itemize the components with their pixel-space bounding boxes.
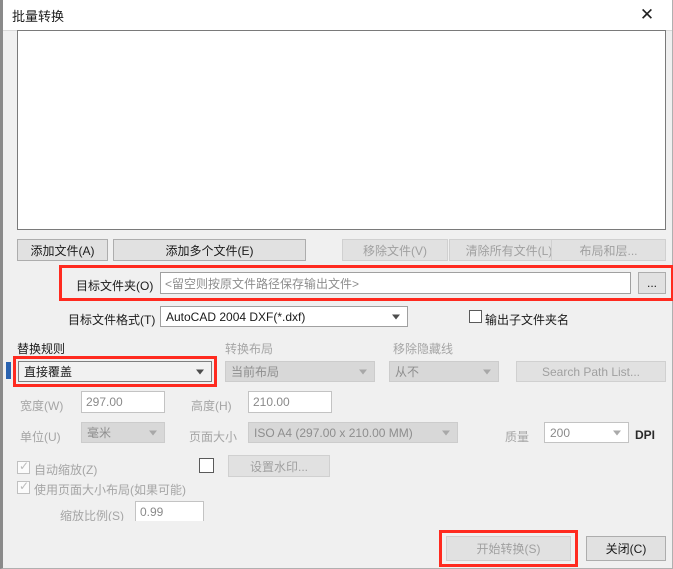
check-icon: ✓ bbox=[19, 479, 30, 493]
target-folder-browse-label: ... bbox=[646, 276, 657, 290]
quality-combo[interactable]: 200 bbox=[544, 422, 629, 443]
left-accent-marker bbox=[6, 362, 11, 379]
auto-scale-label: 自动缩放(Z) bbox=[34, 463, 98, 477]
start-convert-label: 开始转换(S) bbox=[476, 542, 541, 556]
check-icon: ✓ bbox=[19, 459, 30, 473]
close-dialog-label: 关闭(C) bbox=[605, 542, 647, 556]
page-size-combo[interactable]: ISO A4 (297.00 x 210.00 MM) bbox=[248, 422, 458, 443]
unit-value: 毫米 bbox=[87, 426, 112, 440]
remove-hidden-lines-combo[interactable]: 从不 bbox=[389, 361, 499, 382]
width-label: 宽度(W) bbox=[20, 399, 64, 413]
page-size-value: ISO A4 (297.00 x 210.00 MM) bbox=[254, 425, 413, 440]
target-format-combo[interactable]: AutoCAD 2004 DXF(*.dxf) bbox=[160, 306, 408, 327]
target-folder-browse-button[interactable]: ... bbox=[638, 272, 666, 294]
chevron-down-icon bbox=[483, 369, 491, 374]
convert-layout-value: 当前布局 bbox=[231, 365, 280, 379]
add-file-button-label: 添加文件(A) bbox=[30, 243, 95, 258]
page-size-label: 页面大小 bbox=[189, 430, 238, 444]
window-title: 批量转换 bbox=[12, 9, 65, 24]
batch-convert-dialog: 批量转换 ✕ 添加文件(A) 添加多个文件(E) 移除文件(V) 清除所有文件(… bbox=[0, 0, 673, 569]
file-list[interactable] bbox=[17, 30, 666, 230]
close-dialog-button[interactable]: 关闭(C) bbox=[586, 536, 666, 561]
width-input[interactable]: 297.00 bbox=[81, 391, 165, 413]
quality-unit-label: DPI bbox=[635, 428, 656, 442]
chevron-down-icon bbox=[359, 369, 367, 374]
search-path-list-label: Search Path List... bbox=[541, 364, 641, 379]
remove-hidden-lines-label: 移除隐藏线 bbox=[393, 342, 454, 356]
output-subfolder-label: 输出子文件夹名 bbox=[485, 313, 570, 327]
close-icon[interactable]: ✕ bbox=[626, 0, 668, 29]
replace-rule-combo[interactable]: 直接覆盖 bbox=[18, 361, 212, 382]
add-file-button[interactable]: 添加文件(A) bbox=[17, 239, 108, 261]
target-format-label: 目标文件格式(T) bbox=[68, 313, 156, 327]
unit-label: 单位(U) bbox=[20, 430, 61, 444]
chevron-down-icon bbox=[442, 430, 450, 435]
remove-hidden-lines-value: 从不 bbox=[395, 365, 420, 379]
quality-label: 质量 bbox=[505, 430, 530, 444]
layouts-and-layers-button-label: 布局和层... bbox=[579, 243, 638, 258]
quality-value: 200 bbox=[550, 425, 571, 440]
target-folder-input[interactable]: <留空则按原文件路径保存输出文件> bbox=[160, 272, 631, 294]
clear-all-files-button-label: 清除所有文件(L) bbox=[465, 243, 553, 258]
watermark-checkbox[interactable] bbox=[199, 458, 214, 473]
add-multiple-files-button-label: 添加多个文件(E) bbox=[165, 243, 254, 258]
convert-layout-label: 转换布局 bbox=[225, 342, 274, 356]
use-page-layout-checkbox[interactable]: ✓ bbox=[17, 479, 30, 494]
layouts-and-layers-button[interactable]: 布局和层... bbox=[551, 239, 666, 261]
height-label: 高度(H) bbox=[191, 399, 232, 413]
chevron-down-icon bbox=[196, 369, 204, 374]
set-watermark-button[interactable]: 设置水印... bbox=[228, 455, 330, 477]
remove-file-button[interactable]: 移除文件(V) bbox=[342, 239, 448, 261]
target-folder-label: 目标文件夹(O) bbox=[76, 279, 154, 293]
chevron-down-icon bbox=[392, 314, 400, 319]
start-convert-button[interactable]: 开始转换(S) bbox=[446, 536, 571, 561]
remove-file-button-label: 移除文件(V) bbox=[363, 243, 427, 258]
replace-rule-label: 替换规则 bbox=[17, 342, 66, 356]
add-multiple-files-button[interactable]: 添加多个文件(E) bbox=[113, 239, 306, 261]
footer-bar bbox=[3, 521, 672, 568]
auto-scale-checkbox[interactable]: ✓ bbox=[17, 459, 30, 474]
unit-combo[interactable]: 毫米 bbox=[81, 422, 165, 443]
chevron-down-icon bbox=[149, 430, 157, 435]
replace-rule-value: 直接覆盖 bbox=[24, 365, 73, 379]
set-watermark-label: 设置水印... bbox=[249, 459, 308, 474]
convert-layout-combo[interactable]: 当前布局 bbox=[225, 361, 375, 382]
scale-ratio-input[interactable]: 0.99 bbox=[135, 501, 204, 523]
search-path-list-button[interactable]: Search Path List... bbox=[516, 361, 666, 382]
output-subfolder-checkbox[interactable] bbox=[469, 310, 482, 323]
height-input[interactable]: 210.00 bbox=[248, 391, 332, 413]
target-format-value: AutoCAD 2004 DXF(*.dxf) bbox=[166, 309, 306, 324]
chevron-down-icon bbox=[613, 430, 621, 435]
title-bar: 批量转换 ✕ bbox=[3, 0, 672, 31]
use-page-layout-label: 使用页面大小布局(如果可能) bbox=[34, 483, 186, 497]
